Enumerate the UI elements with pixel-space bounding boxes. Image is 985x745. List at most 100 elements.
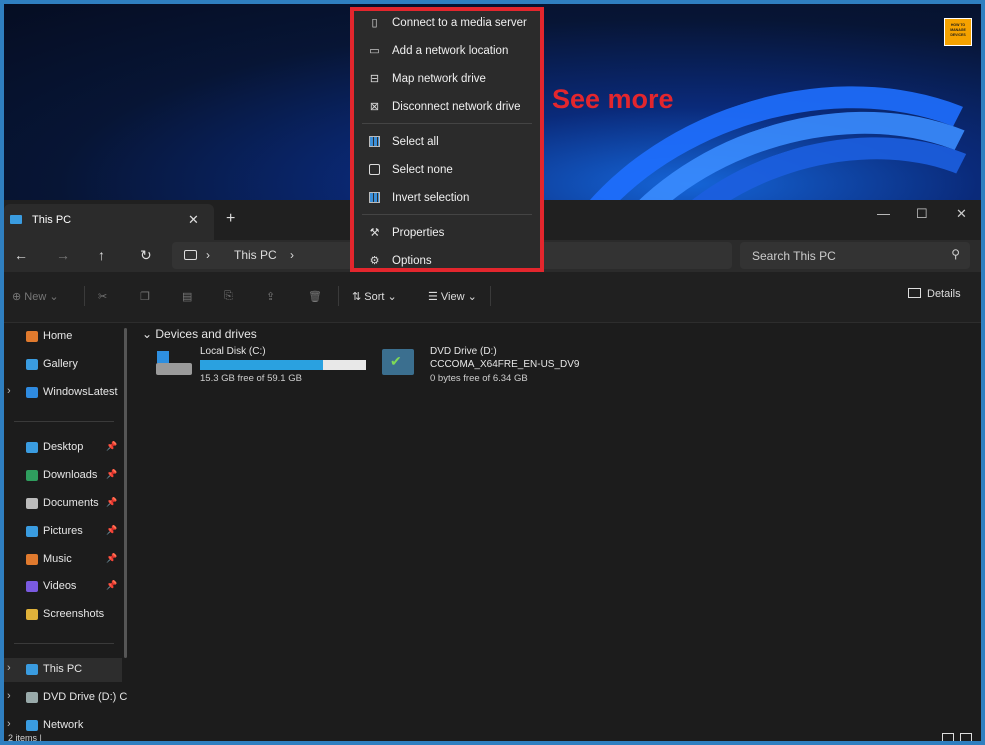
new-button[interactable]: ⊕ New ⌄ (12, 290, 59, 303)
sidebar-item-home[interactable]: Home (4, 325, 122, 349)
menu-item-label: Disconnect network drive (392, 101, 521, 113)
sidebar-item-label: Music (43, 553, 72, 565)
maximize-button[interactable]: ☐ (916, 206, 928, 222)
sidebar-item-windowslatest[interactable]: › WindowsLatest (4, 381, 122, 405)
search-input[interactable]: Search This PC ⚲ (740, 242, 970, 269)
videos-icon (26, 581, 38, 592)
menu-item-properties[interactable]: ⚒ Properties (354, 221, 540, 247)
gallery-icon (26, 359, 38, 370)
sidebar-item-label: Documents (43, 497, 99, 509)
sidebar-item-desktop[interactable]: Desktop 📌 (4, 436, 122, 460)
drive-name: DVD Drive (D:) (430, 346, 497, 357)
details-view-icon[interactable] (942, 733, 954, 741)
menu-item-select-none[interactable]: Select none (354, 158, 540, 184)
sidebar-item-gallery[interactable]: Gallery (4, 353, 122, 377)
close-window-button[interactable]: ✕ (956, 206, 967, 222)
desktop-icon (26, 442, 38, 453)
sidebar-divider (14, 421, 114, 422)
content-pane: ⌄ Devices and drives Local Disk (C:) 15.… (134, 323, 981, 733)
menu-item-label: Properties (392, 227, 445, 239)
breadcrumb-chevron-icon[interactable]: › (290, 248, 294, 262)
music-icon (26, 554, 38, 565)
sidebar-item-documents[interactable]: Documents 📌 (4, 492, 122, 516)
navigation-pane: Home Gallery › WindowsLatest Desktop 📌 Downloa… (4, 323, 127, 733)
cut-icon[interactable]: ✂ (98, 290, 107, 303)
menu-item-label: Connect to a media server (392, 17, 527, 29)
sidebar-item-videos[interactable]: Videos 📌 (4, 575, 122, 599)
menu-item-map-network-drive[interactable]: ⊟ Map network drive (354, 67, 540, 93)
pin-icon: 📌 (106, 525, 118, 535)
pin-icon: 📌 (106, 497, 118, 507)
menu-item-invert-selection[interactable]: Invert selection (354, 186, 540, 212)
breadcrumb-this-pc[interactable]: This PC (234, 248, 277, 262)
new-tab-button[interactable]: + (226, 210, 235, 228)
copy-icon[interactable]: ❐ (140, 290, 150, 303)
tab-this-pc[interactable]: This PC ✕ (4, 204, 214, 240)
menu-item-label: Map network drive (392, 73, 486, 85)
sidebar-item-label: Home (43, 330, 73, 342)
sidebar-item-music[interactable]: Music 📌 (4, 548, 122, 572)
folder-icon (26, 609, 38, 620)
rename-icon[interactable]: ⎘ (224, 290, 233, 303)
select-all-icon (368, 136, 381, 149)
pc-icon (10, 215, 22, 224)
sidebar-item-label: Network (43, 719, 84, 731)
up-button[interactable]: ↑ (98, 247, 105, 263)
command-bar: ⊕ New ⌄ ✂ ❐ ▤ ⎘ ⇪ 🗑 ⇅ Sort ⌄ ☰ View ⌄ De… (4, 272, 981, 323)
sidebar-item-label: Downloads (43, 469, 98, 481)
drive-dvd[interactable]: ✔ DVD Drive (D:) CCCOMA_X64FRE_EN-US_DV9… (370, 343, 600, 387)
expand-chevron-icon[interactable]: › (7, 718, 11, 730)
sidebar-item-pictures[interactable]: Pictures 📌 (4, 520, 122, 544)
delete-icon[interactable]: 🗑 (308, 290, 322, 303)
menu-item-select-all[interactable]: Select all (354, 130, 540, 156)
sidebar-item-screenshots[interactable]: Screenshots (4, 603, 122, 627)
paste-icon[interactable]: ▤ (182, 290, 192, 303)
sidebar-scrollbar[interactable] (124, 328, 127, 658)
sidebar-item-dvd-drive-d-c[interactable]: › DVD Drive (D:) C (4, 686, 127, 710)
tiles-view-icon[interactable] (960, 733, 972, 741)
view-button[interactable]: ☰ View ⌄ (428, 290, 477, 303)
sidebar-item-label: This PC (43, 663, 83, 675)
monitor-icon (184, 250, 197, 260)
refresh-button[interactable]: ↻ (140, 247, 152, 264)
forward-button[interactable]: → (56, 247, 70, 263)
pc-icon (26, 664, 38, 675)
drive-free-space: 15.3 GB free of 59.1 GB (200, 373, 302, 384)
sidebar-item-downloads[interactable]: Downloads 📌 (4, 464, 122, 488)
item-count: 2 items | (8, 733, 42, 741)
hard-drive-icon (154, 351, 194, 377)
menu-item-disconnect-network-drive[interactable]: ⊠ Disconnect network drive (354, 95, 540, 121)
file-explorer-window: This PC ✕ + — ☐ ✕ ← → ↑ ↻ › This PC › Se… (4, 200, 981, 741)
sidebar-item-label: Pictures (43, 525, 83, 537)
tab-label: This PC (32, 214, 72, 226)
menu-item-label: Add a network location (392, 45, 509, 57)
group-header[interactable]: ⌄ Devices and drives (142, 327, 257, 341)
sidebar-item-label: Videos (43, 580, 77, 592)
close-tab-icon[interactable]: ✕ (188, 212, 199, 228)
menu-item-connect-to-a-media-server[interactable]: ▯ Connect to a media server (354, 11, 540, 37)
expand-chevron-icon[interactable]: › (7, 385, 11, 397)
cloud-icon (26, 387, 38, 398)
expand-chevron-icon[interactable]: › (7, 690, 11, 702)
network-location-icon: ▭ (369, 45, 380, 57)
breadcrumb-chevron-icon: › (206, 248, 210, 262)
expand-chevron-icon[interactable]: › (7, 662, 11, 674)
network-icon (26, 720, 38, 731)
menu-item-add-a-network-location[interactable]: ▭ Add a network location (354, 39, 540, 65)
pictures-icon (26, 526, 38, 537)
sort-button[interactable]: ⇅ Sort ⌄ (352, 290, 397, 303)
sidebar-item-label: Desktop (43, 441, 84, 453)
details-button[interactable]: Details (908, 288, 961, 300)
menu-item-label: Select all (392, 136, 439, 148)
disconnect-drive-icon: ⊠ (369, 101, 380, 113)
sidebar-item-label: DVD Drive (D:) C (43, 691, 128, 703)
sidebar-item-this-pc[interactable]: › This PC (4, 658, 122, 682)
drive-local-disk[interactable]: Local Disk (C:) 15.3 GB free of 59.1 GB (140, 343, 370, 387)
menu-item-label: Select none (392, 164, 453, 176)
site-logo: HOW TO MANAGE DEVICES (944, 18, 972, 46)
menu-item-options[interactable]: ⚙ Options (354, 249, 540, 275)
back-button[interactable]: ← (14, 247, 28, 263)
drive-name: Local Disk (C:) (200, 346, 266, 357)
minimize-button[interactable]: — (877, 206, 890, 221)
share-icon[interactable]: ⇪ (266, 290, 275, 303)
